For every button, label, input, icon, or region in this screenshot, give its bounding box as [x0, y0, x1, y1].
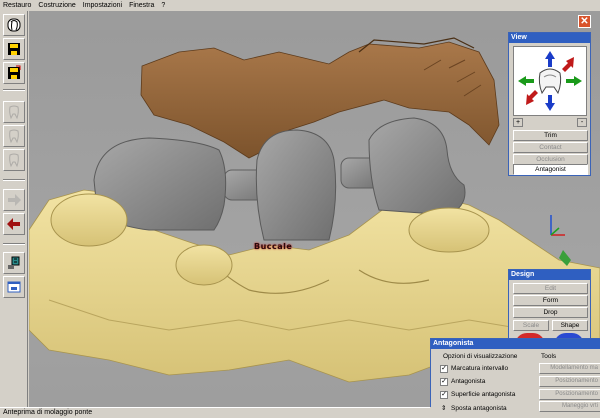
tooth-outline-icon — [9, 153, 19, 168]
menu-restauro[interactable]: Restauro — [3, 0, 31, 11]
save-button[interactable] — [3, 38, 25, 60]
save-as-icon — [8, 65, 21, 79]
view-compass[interactable] — [513, 46, 587, 116]
edit-button[interactable]: Edit — [513, 283, 588, 294]
tooth-outline-button-1[interactable] — [3, 101, 25, 123]
move-spinner-icon[interactable]: ⇕ — [441, 404, 446, 412]
arrow-right-icon — [8, 194, 21, 206]
menu-bar: Restauro Costruzione Impostazioni Finest… — [0, 0, 600, 11]
antagonista-checkbox[interactable]: ✓ — [440, 378, 448, 386]
marcatura-checkbox[interactable]: ✓ — [440, 365, 448, 373]
view-orientation-icon — [518, 51, 582, 111]
axis-gizmo — [550, 215, 565, 236]
plug-icon — [8, 256, 20, 269]
status-bar: Anteprima di molaggio ponte — [0, 407, 430, 418]
tooth-outline-icon — [9, 105, 19, 120]
menu-help[interactable]: ? — [161, 0, 165, 11]
design-panel-title: Design — [509, 270, 590, 280]
display-options-label: Opzioni di visualizzazione — [443, 353, 518, 360]
sposta-label: Sposta antagonista — [451, 405, 507, 412]
scale-button[interactable]: Scale — [513, 320, 549, 331]
contact-button[interactable]: Contact — [513, 142, 588, 153]
window-icon — [7, 281, 21, 293]
viewport-header — [29, 11, 600, 30]
tools-label: Tools — [541, 353, 557, 360]
crown-right — [368, 117, 466, 216]
antagonist-button[interactable]: Antagonist — [513, 164, 588, 175]
form-button[interactable]: Form — [513, 295, 588, 306]
arrow-left-icon — [7, 218, 20, 230]
drop-button[interactable]: Drop — [513, 307, 588, 318]
menu-finestra[interactable]: Finestra — [129, 0, 154, 11]
zoom-out-button[interactable]: - — [577, 118, 587, 127]
superficie-label: Superficie antagonista — [451, 391, 516, 398]
marcatura-label: Marcatura intervallo — [451, 365, 509, 372]
tooth-layers-button[interactable] — [3, 14, 25, 36]
buccale-label: Buccale — [254, 242, 293, 251]
tool-posizionamento-button-2[interactable]: Posizionamento — [539, 389, 600, 400]
status-text: Anteprima di molaggio ponte — [3, 409, 93, 416]
tooth-outline-button-3[interactable] — [3, 149, 25, 171]
tool-posizionamento-button-1[interactable]: Posizionamento — [539, 376, 600, 387]
antagonista-panel: Antagonista Opzioni di visualizzazione T… — [430, 338, 600, 412]
menu-impostazioni[interactable]: Impostazioni — [83, 0, 122, 11]
antagonista-title: Antagonista — [431, 339, 600, 349]
save-as-button[interactable] — [3, 62, 25, 84]
superficie-checkbox[interactable]: ✓ — [440, 391, 448, 399]
shape-button[interactable]: Shape — [552, 320, 588, 331]
forward-button[interactable] — [3, 189, 25, 211]
tooth-layers-icon — [7, 18, 21, 32]
tooth-outline-button-2[interactable] — [3, 125, 25, 147]
connect-button[interactable] — [3, 252, 25, 274]
window-button[interactable] — [3, 276, 25, 298]
close-button[interactable]: ✕ — [578, 15, 591, 28]
tool-maneggio-button[interactable]: Maneggio vrti — [539, 401, 600, 412]
save-icon — [8, 43, 20, 55]
back-button[interactable] — [3, 213, 25, 235]
left-toolbar — [0, 11, 28, 407]
zoom-in-button[interactable]: + — [513, 118, 523, 127]
antagonista-label: Antagonista — [451, 378, 486, 385]
menu-costruzione[interactable]: Costruzione — [38, 0, 75, 11]
design-panel: Design Edit Form Drop Scale Shape — [508, 269, 591, 349]
view-panel-title: View — [509, 33, 590, 43]
view-panel: View + - Trim Contact Occlusion Antagoni… — [508, 32, 591, 176]
trim-button[interactable]: Trim — [513, 130, 588, 141]
tooth-outline-icon — [9, 129, 19, 144]
crown-middle — [255, 129, 337, 241]
tool-modellamento-button[interactable]: Modellamento ma — [539, 363, 600, 374]
